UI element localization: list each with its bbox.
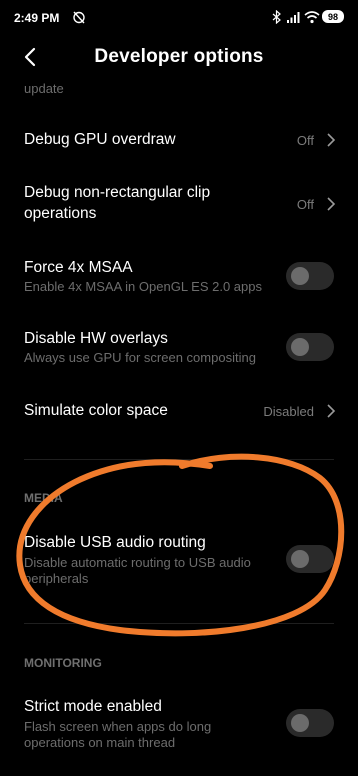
chevron-right-icon: [327, 197, 336, 211]
section-header-media: MEDIA: [24, 491, 63, 505]
toggle-knob: [291, 550, 309, 568]
setting-force-4x-msaa: Force 4x MSAA Enable 4x MSAA in OpenGL E…: [0, 248, 358, 310]
setting-subtitle-line2: peripherals: [24, 571, 89, 586]
bluetooth-icon: [272, 10, 281, 24]
battery-icon: 98: [322, 10, 344, 23]
setting-title: Debug GPU overdraw: [24, 131, 176, 148]
page-title: Developer options: [94, 46, 264, 67]
truncated-subtitle: update: [24, 81, 64, 96]
setting-subtitle: Enable 4x MSAA in OpenGL ES 2.0 apps: [24, 279, 262, 294]
signal-icon: [287, 12, 300, 23]
battery-level: 98: [327, 11, 338, 22]
strict-mode-toggle[interactable]: [286, 709, 334, 737]
toggle-knob: [291, 338, 309, 356]
section-divider: [24, 623, 334, 624]
toggle-knob: [291, 714, 309, 732]
app-bar: Developer options: [0, 38, 358, 78]
setting-title: Strict mode enabled: [24, 698, 162, 715]
setting-title: Simulate color space: [24, 402, 168, 419]
setting-title: Disable USB audio routing: [24, 534, 206, 551]
section-header-monitoring: MONITORING: [24, 656, 102, 670]
setting-subtitle-line2: operations on main thread: [24, 735, 176, 750]
setting-debug-clip-operations[interactable]: Debug non-rectangular clip operations Of…: [0, 170, 358, 240]
setting-value: Off: [296, 133, 314, 148]
status-time: 2:49 PM: [14, 11, 60, 25]
setting-title-line2: operations: [24, 205, 97, 222]
setting-title-line1: Debug non-rectangular clip: [24, 184, 211, 201]
msaa-toggle[interactable]: [286, 262, 334, 290]
usb-audio-toggle[interactable]: [286, 545, 334, 573]
setting-disable-hw-overlays: Disable HW overlays Always use GPU for s…: [0, 319, 358, 381]
setting-disable-usb-audio-routing: Disable USB audio routing Disable automa…: [0, 525, 358, 595]
setting-title: Force 4x MSAA: [24, 259, 133, 276]
chevron-right-icon: [327, 404, 336, 418]
alarm-off-icon: [73, 11, 85, 24]
section-divider: [24, 459, 334, 460]
setting-title: Disable HW overlays: [24, 330, 168, 347]
toggle-knob: [291, 267, 309, 285]
setting-value: Disabled: [263, 404, 314, 419]
wifi-icon: [304, 11, 320, 24]
chevron-right-icon: [327, 133, 336, 147]
status-bar: 2:49 PM 98: [0, 0, 358, 38]
setting-strict-mode: Strict mode enabled Flash screen when ap…: [0, 690, 358, 760]
setting-subtitle-line1: Disable automatic routing to USB audio: [24, 555, 251, 570]
setting-debug-gpu-overdraw[interactable]: Debug GPU overdraw Off: [0, 110, 358, 170]
setting-subtitle: Always use GPU for screen compositing: [24, 350, 256, 365]
hw-overlays-toggle[interactable]: [286, 333, 334, 361]
setting-simulate-color-space[interactable]: Simulate color space Disabled: [0, 385, 358, 437]
setting-subtitle-line1: Flash screen when apps do long: [24, 719, 212, 734]
setting-value: Off: [296, 197, 314, 212]
